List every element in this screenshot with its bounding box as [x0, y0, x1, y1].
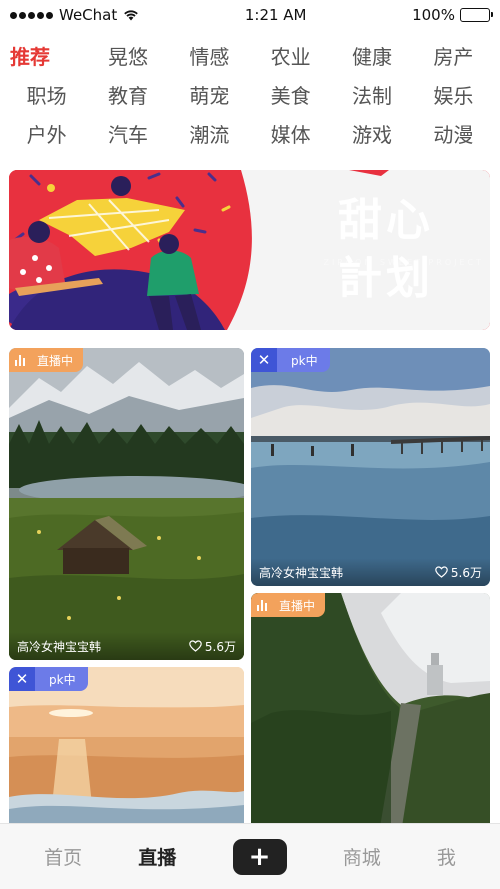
heart-icon [189, 640, 202, 652]
live-card[interactable]: ✕ pk中 高冷女神宝宝韩 5.6万 [251, 348, 490, 586]
card-footer: 高冷女神宝宝韩 5.6万 [251, 558, 490, 586]
category-tab[interactable]: 游戏 [331, 122, 412, 149]
category-tab[interactable]: 晃悠 [87, 44, 168, 71]
category-tab[interactable]: 农业 [250, 44, 331, 71]
tab-live[interactable]: 直播 [138, 843, 176, 870]
close-icon: ✕ [9, 667, 35, 691]
category-tab[interactable]: 汽车 [87, 122, 168, 149]
category-tab[interactable]: 推荐 [6, 44, 87, 71]
banner-title: 甜心 計划 [338, 195, 434, 304]
category-tab[interactable]: 健康 [331, 44, 412, 71]
banner-subtitle: ZIROOM SWEET PROJECT [323, 258, 484, 267]
category-tab[interactable]: 教育 [87, 83, 168, 110]
card-cover-image [251, 593, 490, 823]
category-tab[interactable]: 媒体 [250, 122, 331, 149]
category-tab[interactable]: 萌宠 [169, 83, 250, 110]
live-card[interactable]: ✕ pk中 [9, 667, 244, 823]
category-tab[interactable]: 户外 [6, 122, 87, 149]
like-count: 5.6万 [435, 564, 482, 581]
status-bar: WeChat 1:21 AM 100% [0, 0, 500, 30]
heart-icon [435, 566, 448, 578]
add-button[interactable]: + [232, 838, 287, 875]
pk-badge: ✕ pk中 [251, 348, 330, 372]
card-cover-image [251, 348, 490, 586]
category-tab[interactable]: 娱乐 [413, 83, 494, 110]
battery-percent: 100% [412, 6, 455, 24]
live-feed: 直播中 高冷女神宝宝韩 5.6万 ✕ pk中 高冷女神宝宝韩 5.6万 直播中 … [9, 348, 490, 823]
live-card[interactable]: 直播中 高冷女神宝宝韩 5.6万 [9, 348, 244, 660]
close-icon: ✕ [251, 348, 277, 372]
category-tab[interactable]: 潮流 [169, 122, 250, 149]
tab-me[interactable]: 我 [437, 843, 456, 870]
tab-home[interactable]: 首页 [44, 843, 82, 870]
promo-banner[interactable]: 甜心 計划 ZIROOM SWEET PROJECT [9, 170, 490, 330]
pk-badge: ✕ pk中 [9, 667, 88, 691]
status-right: 100% [412, 6, 493, 24]
live-card[interactable]: 直播中 [251, 593, 490, 823]
category-tab[interactable]: 情感 [169, 44, 250, 71]
streamer-name: 高冷女神宝宝韩 [17, 639, 102, 654]
status-left: WeChat [10, 6, 139, 24]
carrier-label: WeChat [59, 6, 118, 24]
category-tab[interactable]: 美食 [250, 83, 331, 110]
card-footer: 高冷女神宝宝韩 5.6万 [9, 632, 244, 660]
category-tab[interactable]: 房产 [413, 44, 494, 71]
like-count: 5.6万 [189, 638, 236, 655]
status-time: 1:21 AM [244, 6, 307, 24]
category-grid: 推荐 晃悠 情感 农业 健康 房产职场 教育 萌宠 美食 法制 娱乐户外 汽车 潮流 媒体 游戏 动漫 [0, 44, 500, 149]
category-tab[interactable]: 职场 [6, 83, 87, 110]
category-tab[interactable]: 法制 [331, 83, 412, 110]
bottom-tab-bar: 首页 直播 + 商城 我 [0, 823, 500, 889]
category-tab[interactable]: 动漫 [413, 122, 494, 149]
live-bars-icon [15, 354, 25, 366]
tab-mall[interactable]: 商城 [343, 843, 381, 870]
live-bars-icon [257, 599, 267, 611]
battery-icon [459, 8, 493, 22]
live-badge: 直播中 [9, 348, 84, 372]
live-badge: 直播中 [251, 593, 326, 617]
streamer-name: 高冷女神宝宝韩 [259, 565, 344, 580]
wifi-icon [123, 9, 139, 21]
signal-dots-icon [10, 11, 53, 19]
card-cover-image [9, 348, 244, 660]
